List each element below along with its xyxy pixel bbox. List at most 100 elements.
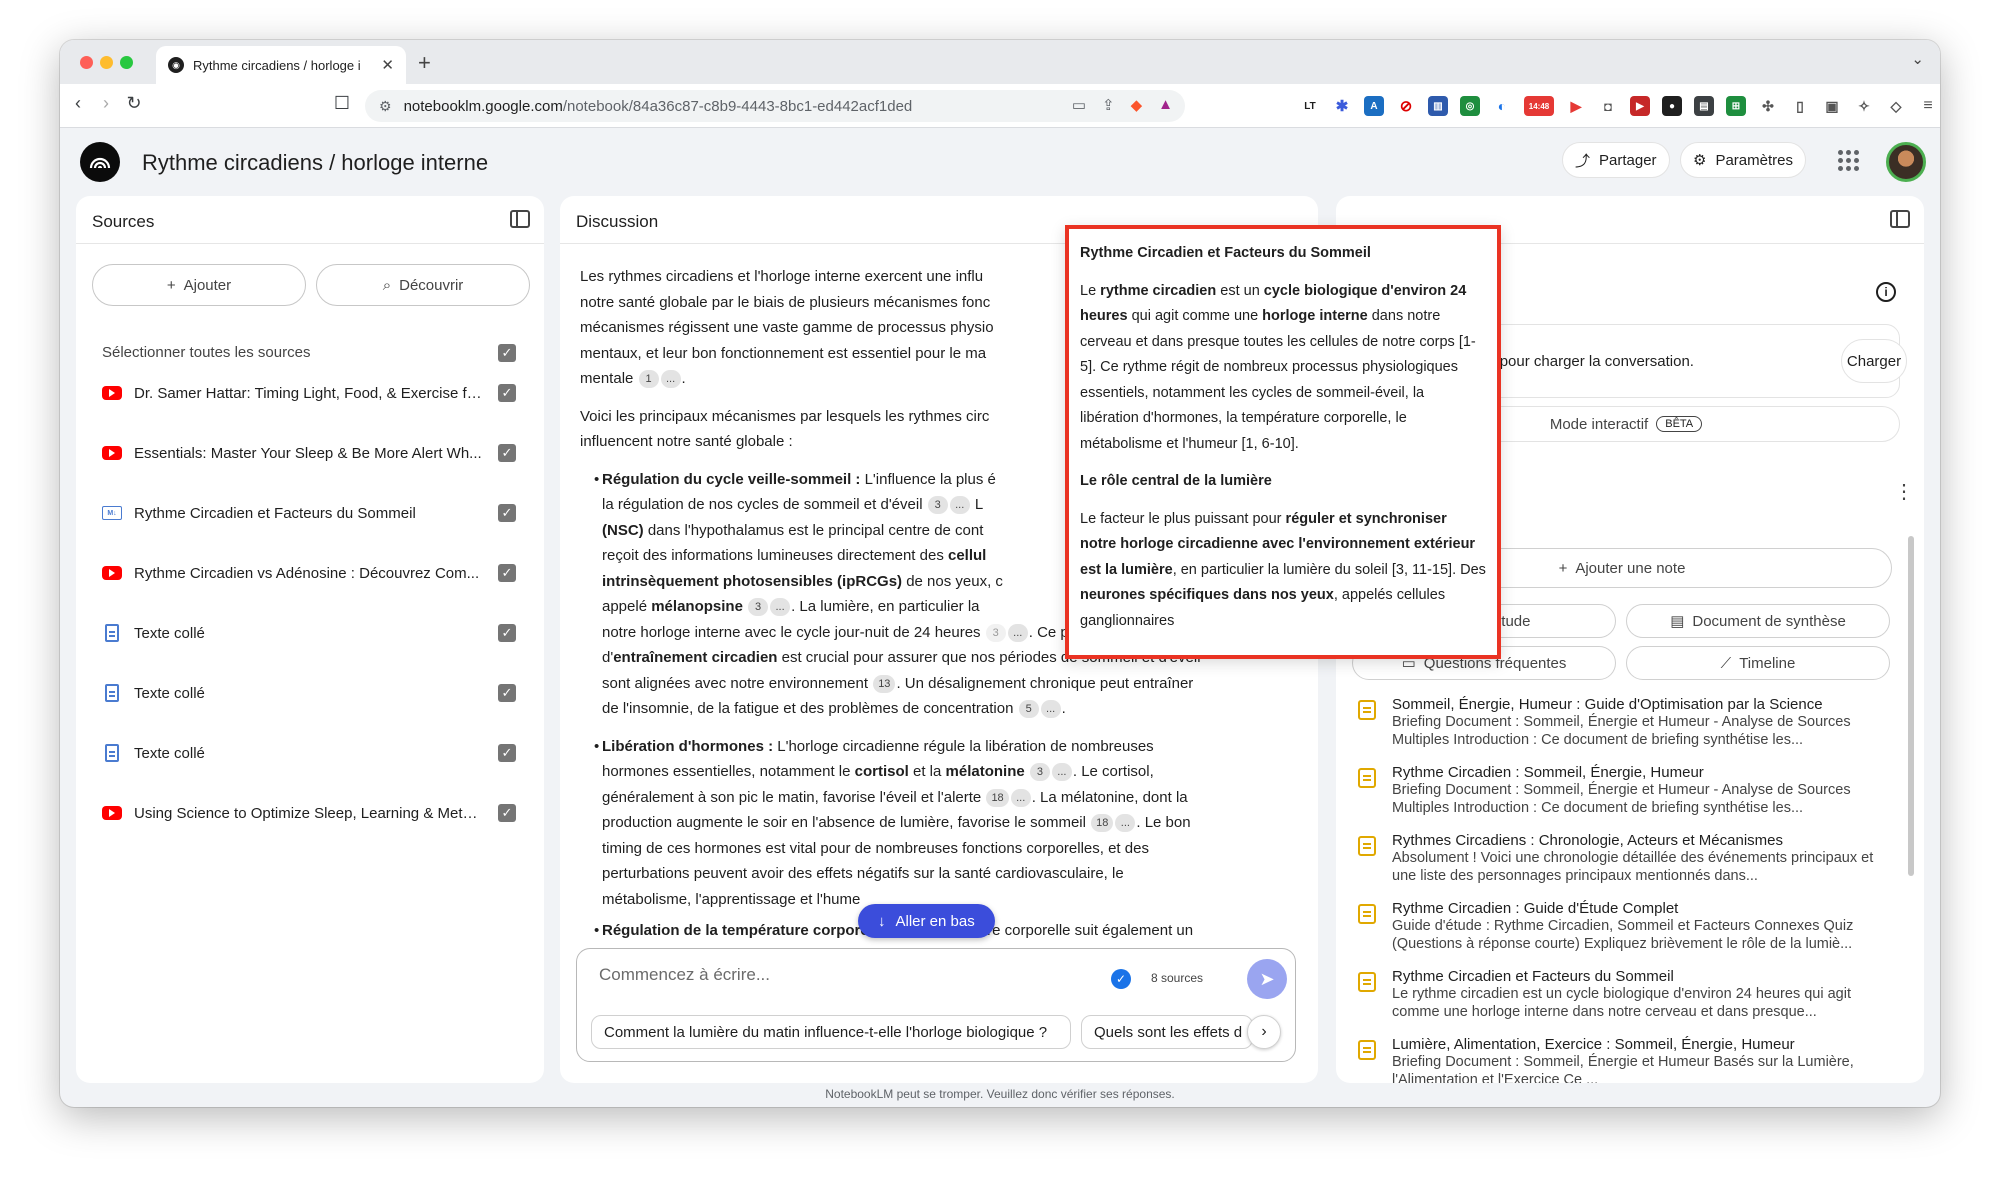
source-item[interactable]: Texte collé [102,619,482,647]
video-extension-icon[interactable]: ▶ [1630,96,1650,116]
address-bar[interactable]: ⚙ notebooklm.google.com /notebook/84a36c… [365,90,1185,122]
reload-icon[interactable]: ↻ [122,93,146,114]
scroll-to-bottom-button[interactable]: ↓ Aller en bas [858,904,995,938]
citation-more-chip[interactable]: ... [1010,788,1031,807]
chevron-right-icon[interactable]: › [1247,1015,1281,1049]
note-item[interactable]: Rythme Circadien et Facteurs du Sommeil … [1358,968,1898,1030]
studio-scrollbar[interactable] [1908,536,1914,876]
chat-input[interactable] [599,965,1059,985]
load-button[interactable]: Charger [1841,339,1907,383]
camera-extension-icon[interactable]: ◘ [1598,96,1618,116]
card-extension-icon[interactable]: ▤ [1694,96,1714,116]
share-button[interactable]: ⤴ Partager [1562,142,1670,178]
vpn-icon[interactable]: ◇ [1886,96,1906,116]
discover-button[interactable]: ⌕ Découvrir [316,264,530,306]
lt-extension-icon[interactable]: LT [1300,96,1320,116]
close-tab-icon[interactable]: ✕ [381,56,394,74]
minimize-window-button[interactable] [100,56,113,69]
source-checkbox[interactable]: ✓ [498,624,516,642]
wallet-icon[interactable]: ▣ [1822,96,1842,116]
source-item[interactable]: Using Science to Optimize Sleep, Learnin… [102,799,482,827]
back-icon[interactable]: ‹ [66,93,90,114]
citation-chip[interactable]: 13 [873,674,896,693]
citation-chip[interactable]: 1 [638,370,659,388]
source-checkbox[interactable]: ✓ [498,564,516,582]
source-checkbox[interactable]: ✓ [498,384,516,402]
share-page-icon[interactable]: ⇪ [1102,96,1115,114]
citation-more-chip[interactable]: ... [1040,700,1061,718]
forward-icon[interactable]: › [94,93,118,114]
sheets-extension-icon[interactable]: ⊞ [1726,96,1746,116]
brave-rewards-icon[interactable]: ▲ [1158,96,1173,114]
google-apps-icon[interactable] [1838,150,1859,171]
citation-more-chip[interactable]: ... [1007,623,1028,642]
source-checkbox[interactable]: ✓ [498,684,516,702]
more-options-icon[interactable]: ⋮ [1894,482,1914,502]
note-item[interactable]: Rythmes Circadiens : Chronologie, Acteur… [1358,832,1898,894]
citation-chip[interactable]: 5 [1018,700,1039,718]
citation-more-chip[interactable]: ... [1115,814,1136,832]
citation-more-chip[interactable]: ... [1051,763,1072,781]
menu-icon[interactable]: ≡ [1918,96,1938,116]
collapse-panel-icon[interactable] [510,210,530,228]
citation-chip[interactable]: 18 [986,788,1009,807]
add-source-button[interactable]: + Ajouter [92,264,306,306]
note-item[interactable]: Rythme Circadien : Sommeil, Énergie, Hum… [1358,764,1898,826]
record-extension-icon[interactable]: ▶ [1566,96,1586,116]
citation-chip[interactable]: 3 [927,496,948,514]
source-item[interactable]: Texte collé [102,679,482,707]
citation-more-chip[interactable]: ... [770,598,791,616]
note-item[interactable]: Rythme Circadien : Guide d'Étude Complet… [1358,900,1898,962]
source-item[interactable]: Texte collé [102,739,482,767]
select-all-checkbox[interactable]: ✓ [498,344,516,362]
citation-chip[interactable]: 3 [985,623,1006,642]
blocker-extension-icon[interactable]: ⊘ [1396,96,1416,116]
source-checkbox[interactable]: ✓ [498,444,516,462]
leo-ai-icon[interactable]: ✧ [1854,96,1874,116]
source-item[interactable]: Rythme Circadien vs Adénosine : Découvre… [102,559,482,587]
citation-chip[interactable]: 3 [748,598,769,616]
info-icon[interactable]: i [1876,282,1896,302]
maximize-window-button[interactable] [120,56,133,69]
citation-more-chip[interactable]: ... [949,496,970,514]
settings-button[interactable]: ⚙ Paramètres [1680,142,1806,178]
browser-tab-active[interactable]: ◉ Rythme circadiens / horloge i ✕ [156,46,406,84]
bookmark-icon[interactable]: ☐ [330,93,354,114]
source-item[interactable]: Essentials: Master Your Sleep & Be More … [102,439,482,467]
brave-shield-icon[interactable]: ◆ [1131,96,1143,114]
source-checkbox[interactable]: ✓ [498,744,516,762]
clock-extension-icon[interactable]: 14:48 [1524,96,1554,116]
close-window-button[interactable] [80,56,93,69]
notebook-title[interactable]: Rythme circadiens / horloge interne [142,150,488,176]
tab-list-chevron-icon[interactable]: ⌄ [1911,50,1924,68]
citation-more-chip[interactable]: ... [660,370,681,388]
send-button[interactable]: ➤ [1247,959,1287,999]
notebooklm-logo-icon[interactable] [80,142,120,182]
source-item[interactable]: M↓ Rythme Circadien et Facteurs du Somme… [102,499,482,527]
lens-extension-icon[interactable]: ◐ [1492,96,1512,116]
collapse-panel-icon[interactable] [1890,210,1910,228]
suggestion-chip[interactable]: Comment la lumière du matin influence-t-… [591,1015,1071,1049]
green-extension-icon[interactable]: ◎ [1460,96,1480,116]
note-item[interactable]: Lumière, Alimentation, Exercice : Sommei… [1358,1036,1898,1083]
source-checkbox[interactable]: ✓ [498,504,516,522]
briefing-doc-button[interactable]: ▤ Document de synthèse [1626,604,1890,638]
source-item[interactable]: Dr. Samer Hattar: Timing Light, Food, & … [102,379,482,407]
citation-chip[interactable]: 18 [1091,814,1114,832]
new-tab-icon[interactable]: + [418,50,431,76]
puzzle-extensions-icon[interactable]: ✣ [1758,96,1778,116]
sidebar-icon[interactable]: ▯ [1790,96,1810,116]
bot-extension-icon[interactable]: ● [1662,96,1682,116]
sources-count[interactable]: 8 sources [1151,971,1203,985]
source-checkbox[interactable]: ✓ [498,804,516,822]
columns-extension-icon[interactable]: ▥ [1428,96,1448,116]
avatar[interactable] [1886,142,1926,182]
sparkle-extension-icon[interactable]: ✱ [1332,96,1352,116]
translate-extension-icon[interactable]: A [1364,96,1384,116]
cast-icon[interactable]: ▭ [1072,96,1086,114]
site-settings-icon[interactable]: ⚙ [379,98,392,115]
suggestion-chip[interactable]: Quels sont les effets d [1081,1015,1253,1049]
note-item[interactable]: Sommeil, Énergie, Humeur : Guide d'Optim… [1358,696,1898,758]
timeline-button[interactable]: ⟋ Timeline [1626,646,1890,680]
citation-chip[interactable]: 3 [1029,763,1050,781]
